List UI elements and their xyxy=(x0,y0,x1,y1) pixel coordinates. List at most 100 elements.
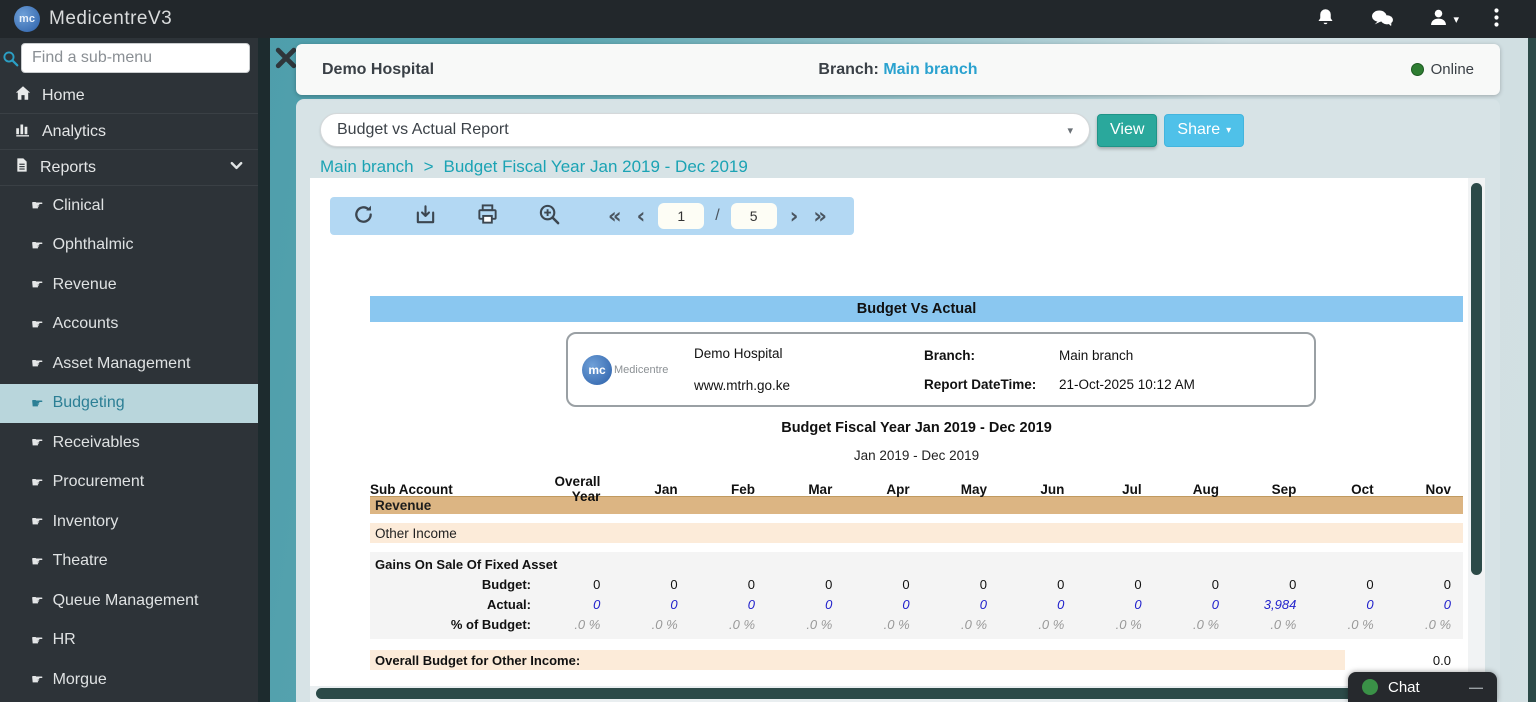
sidebar-item-ophthalmic[interactable]: ☛ Ophthalmic xyxy=(0,226,258,266)
report-logo: mc Medicentre xyxy=(582,354,694,385)
cell-value: 0 xyxy=(1443,576,1451,592)
view-button[interactable]: View xyxy=(1097,113,1158,147)
chevron-down-icon xyxy=(229,158,244,178)
next-page-button[interactable]: › xyxy=(788,205,801,227)
table-row-actual: Actual: 0 0 0 0 0 0 0 0 0 3,984 0 0 xyxy=(370,594,1463,614)
subsection-row-other-income: Other Income xyxy=(370,523,1463,543)
notifications-button[interactable] xyxy=(1315,7,1336,31)
vertical-scrollbar-thumb[interactable] xyxy=(1471,183,1482,575)
cell-value: 0 xyxy=(979,576,987,592)
first-page-button[interactable]: « xyxy=(606,205,624,227)
prev-page-button[interactable]: ‹ xyxy=(635,205,648,227)
page-scrollbar[interactable] xyxy=(1528,38,1536,702)
sidebar-item-label: Reports xyxy=(40,158,97,176)
sidebar-item-hr[interactable]: ☛ HR xyxy=(0,621,258,661)
cell-value: 0 xyxy=(1134,596,1142,612)
total-pages-input[interactable] xyxy=(730,203,777,229)
cell-value: 0 xyxy=(670,576,678,592)
user-icon xyxy=(1428,7,1449,31)
report-select[interactable]: Budget vs Actual Report ▾ xyxy=(320,113,1090,147)
sidebar-item-theatre[interactable]: ☛ Theatre xyxy=(0,542,258,582)
chat-widget[interactable]: Chat — xyxy=(1348,672,1497,702)
hand-pointer-icon: ☛ xyxy=(31,276,44,293)
section-row-revenue: Revenue xyxy=(370,496,1463,514)
hand-pointer-icon: ☛ xyxy=(31,592,44,609)
search-input[interactable] xyxy=(21,43,250,73)
sidebar-item-clinical[interactable]: ☛ Clinical xyxy=(0,186,258,226)
sidebar-item-morgue[interactable]: ☛ Morgue xyxy=(0,660,258,700)
report-controls: Budget vs Actual Report ▾ View Share ▾ xyxy=(320,113,1245,147)
column-header: Apr xyxy=(886,481,910,497)
sidebar-item-budgeting[interactable]: ☛ Budgeting xyxy=(0,383,258,423)
cell-value: .0 % xyxy=(1038,616,1065,632)
sidebar-item-procurement[interactable]: ☛ Procurement xyxy=(0,463,258,503)
zoom-button[interactable] xyxy=(538,204,560,228)
share-button[interactable]: Share ▾ xyxy=(1164,113,1245,147)
chevron-down-icon: ▾ xyxy=(1453,13,1459,26)
sidebar-item-receivables[interactable]: ☛ Receivables xyxy=(0,423,258,463)
home-icon xyxy=(14,84,32,107)
sidebar-item-inventory[interactable]: ☛ Inventory xyxy=(0,502,258,542)
breadcrumb-separator: > xyxy=(423,157,434,176)
sidebar-item-reports[interactable]: Reports xyxy=(0,150,258,186)
topbar: mc MedicentreV3 ▾ xyxy=(0,0,1536,38)
table-row-budget: Budget: 0 0 0 0 0 0 0 0 0 0 0 0 xyxy=(370,574,1463,594)
account-menu-button[interactable]: ▾ xyxy=(1428,7,1459,31)
hospital-header-bar: Demo Hospital Branch: Main branch Online xyxy=(296,44,1500,95)
more-options-button[interactable] xyxy=(1493,7,1500,31)
cell-value: 0 xyxy=(1366,596,1374,612)
branch-label: Branch: xyxy=(924,347,976,363)
sidebar-item-label: Analytics xyxy=(42,122,107,140)
bar-chart-icon xyxy=(14,120,32,143)
branch-value: Main branch xyxy=(1059,347,1134,363)
viewer-toolbar: « ‹ / › » xyxy=(330,197,854,235)
cell-value: 0 xyxy=(1289,576,1297,592)
cell-value: 3,984 xyxy=(1263,596,1297,612)
row-label: % of Budget: xyxy=(450,616,531,632)
sidebar-item-queue-management[interactable]: ☛ Queue Management xyxy=(0,581,258,621)
last-page-button[interactable]: » xyxy=(811,205,829,227)
refresh-button[interactable] xyxy=(352,204,374,228)
sidebar-item-revenue[interactable]: ☛ Revenue xyxy=(0,265,258,305)
account-group-title: Gains On Sale Of Fixed Asset xyxy=(375,557,558,572)
sidebar-item-label: Revenue xyxy=(52,275,117,293)
column-header: Nov xyxy=(1425,481,1451,497)
cell-value: 0 xyxy=(593,576,601,592)
chat-minimize-button[interactable]: — xyxy=(1469,679,1483,695)
viewer-horizontal-scrollbar[interactable] xyxy=(310,686,1485,702)
horizontal-scrollbar-thumb[interactable] xyxy=(316,688,1460,699)
sidebar-item-label: Ophthalmic xyxy=(52,236,134,254)
column-header: Feb xyxy=(730,481,755,497)
fiscal-year-title: Budget Fiscal Year Jan 2019 - Dec 2019 xyxy=(781,420,1052,436)
branch-link[interactable]: Main branch xyxy=(883,61,977,78)
column-header: Aug xyxy=(1192,481,1219,497)
cell-value: 0 xyxy=(1366,576,1374,592)
hand-pointer-icon: ☛ xyxy=(31,631,44,648)
breadcrumb-report[interactable]: Budget Fiscal Year Jan 2019 - Dec 2019 xyxy=(444,157,748,177)
messages-button[interactable] xyxy=(1370,8,1394,31)
close-panel-button[interactable] xyxy=(274,46,298,70)
column-header: Sub Account xyxy=(370,481,453,497)
current-page-input[interactable] xyxy=(658,203,705,229)
cell-value: 0 xyxy=(1134,576,1142,592)
hand-pointer-icon: ☛ xyxy=(31,197,44,214)
sidebar-search xyxy=(0,38,258,78)
main-content: Demo Hospital Branch: Main branch Online… xyxy=(258,38,1536,702)
download-button[interactable] xyxy=(414,204,436,228)
print-button[interactable] xyxy=(476,204,498,228)
cell-value: .0 % xyxy=(806,616,833,632)
cell-value: .0 % xyxy=(1115,616,1142,632)
report-title-band: Budget Vs Actual xyxy=(370,296,1463,322)
cell-value: .0 % xyxy=(651,616,678,632)
sidebar-item-home[interactable]: Home xyxy=(0,78,258,114)
hand-pointer-icon: ☛ xyxy=(31,473,44,490)
breadcrumb-branch[interactable]: Main branch xyxy=(320,157,414,177)
sidebar-item-analytics[interactable]: Analytics xyxy=(0,114,258,150)
medicentre-logo-icon: mc xyxy=(582,354,612,385)
viewer-vertical-scrollbar[interactable] xyxy=(1468,178,1485,686)
sidebar-item-asset-management[interactable]: ☛ Asset Management xyxy=(0,344,258,384)
column-header: Mar xyxy=(808,481,833,497)
cell-value: 0 xyxy=(1211,576,1219,592)
sidebar-item-accounts[interactable]: ☛ Accounts xyxy=(0,305,258,345)
sidebar-item-label: Home xyxy=(42,86,85,104)
